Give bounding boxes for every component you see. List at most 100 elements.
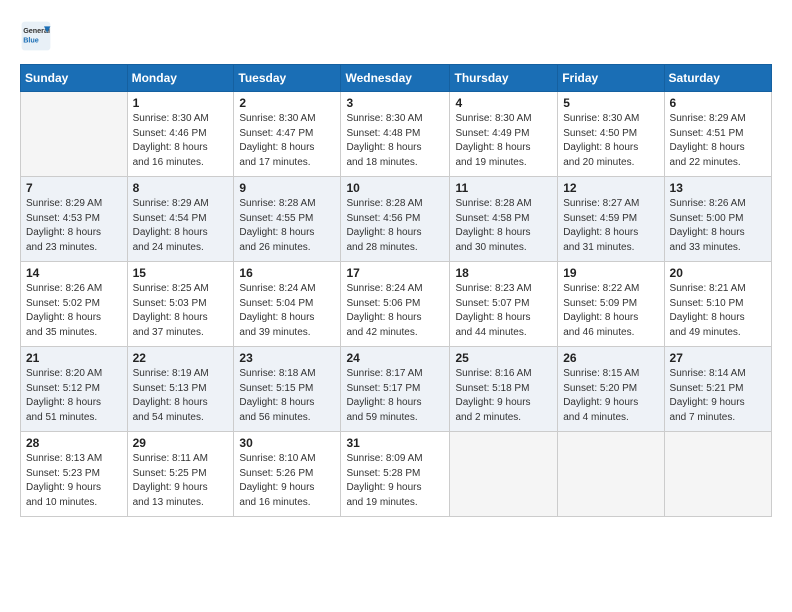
day-info: Sunrise: 8:29 AMSunset: 4:53 PMDaylight:… — [26, 197, 122, 255]
day-cell: 12 Sunrise: 8:27 AMSunset: 4:59 PMDayligh… — [558, 177, 664, 262]
day-number: 11 — [455, 181, 552, 195]
day-number: 15 — [133, 266, 229, 280]
day-number: 3 — [346, 96, 444, 110]
day-info: Sunrise: 8:30 AMSunset: 4:49 PMDaylight:… — [455, 112, 552, 170]
day-cell: 14 Sunrise: 8:26 AMSunset: 5:02 PMDayligh… — [21, 262, 128, 347]
day-number: 6 — [670, 96, 766, 110]
day-info: Sunrise: 8:14 AMSunset: 5:21 PMDaylight:… — [670, 367, 766, 425]
day-number: 17 — [346, 266, 444, 280]
day-info: Sunrise: 8:26 AMSunset: 5:02 PMDaylight:… — [26, 282, 122, 340]
day-number: 29 — [133, 436, 229, 450]
day-cell: 11 Sunrise: 8:28 AMSunset: 4:58 PMDayligh… — [450, 177, 558, 262]
day-cell: 5Sunrise: 8:30 AMSunset: 4:50 PMDaylight… — [558, 92, 664, 177]
day-cell: 2 Sunrise: 8:30 AMSunset: 4:47 PMDaylight… — [234, 92, 341, 177]
day-info: Sunrise: 8:24 AMSunset: 5:04 PMDaylight:… — [239, 282, 335, 340]
day-info: Sunrise: 8:18 AMSunset: 5:15 PMDaylight:… — [239, 367, 335, 425]
day-number: 14 — [26, 266, 122, 280]
week-row-2: 7 Sunrise: 8:29 AMSunset: 4:53 PMDaylight… — [21, 177, 772, 262]
day-info: Sunrise: 8:23 AMSunset: 5:07 PMDaylight:… — [455, 282, 552, 340]
day-info: Sunrise: 8:29 AMSunset: 4:54 PMDaylight:… — [133, 197, 229, 255]
day-number: 22 — [133, 351, 229, 365]
day-cell: 30 Sunrise: 8:10 AMSunset: 5:26 PMDayligh… — [234, 432, 341, 517]
day-info: Sunrise: 8:17 AMSunset: 5:17 PMDaylight:… — [346, 367, 444, 425]
day-cell — [21, 92, 128, 177]
day-cell — [450, 432, 558, 517]
day-number: 30 — [239, 436, 335, 450]
day-number: 1 — [133, 96, 229, 110]
day-cell: 26 Sunrise: 8:15 AMSunset: 5:20 PMDayligh… — [558, 347, 664, 432]
day-cell: 20 Sunrise: 8:21 AMSunset: 5:10 PMDayligh… — [664, 262, 771, 347]
day-info: Sunrise: 8:13 AMSunset: 5:23 PMDaylight:… — [26, 452, 122, 510]
day-cell: 25Sunrise: 8:16 AMSunset: 5:18 PMDayligh… — [450, 347, 558, 432]
day-number: 2 — [239, 96, 335, 110]
day-info: Sunrise: 8:09 AMSunset: 5:28 PMDaylight:… — [346, 452, 444, 510]
day-cell: 18 Sunrise: 8:23 AMSunset: 5:07 PMDayligh… — [450, 262, 558, 347]
day-number: 20 — [670, 266, 766, 280]
week-row-4: 21Sunrise: 8:20 AMSunset: 5:12 PMDayligh… — [21, 347, 772, 432]
day-info: Sunrise: 8:21 AMSunset: 5:10 PMDaylight:… — [670, 282, 766, 340]
day-number: 27 — [670, 351, 766, 365]
day-info: Sunrise: 8:27 AMSunset: 4:59 PMDaylight:… — [563, 197, 658, 255]
day-info: Sunrise: 8:30 AMSunset: 4:48 PMDaylight:… — [346, 112, 444, 170]
day-cell: 7 Sunrise: 8:29 AMSunset: 4:53 PMDaylight… — [21, 177, 128, 262]
day-cell: 6 Sunrise: 8:29 AMSunset: 4:51 PMDaylight… — [664, 92, 771, 177]
day-number: 23 — [239, 351, 335, 365]
day-cell: 21Sunrise: 8:20 AMSunset: 5:12 PMDayligh… — [21, 347, 128, 432]
day-number: 24 — [346, 351, 444, 365]
svg-text:Blue: Blue — [23, 35, 39, 44]
day-number: 13 — [670, 181, 766, 195]
day-info: Sunrise: 8:28 AMSunset: 4:58 PMDaylight:… — [455, 197, 552, 255]
header-cell-monday: Monday — [127, 65, 234, 92]
day-number: 12 — [563, 181, 658, 195]
day-number: 26 — [563, 351, 658, 365]
calendar-page: General Blue SundayMondayTuesdayWednesda… — [0, 0, 792, 612]
day-info: Sunrise: 8:29 AMSunset: 4:51 PMDaylight:… — [670, 112, 766, 170]
day-number: 9 — [239, 181, 335, 195]
day-cell — [558, 432, 664, 517]
day-cell: 9Sunrise: 8:28 AMSunset: 4:55 PMDaylight… — [234, 177, 341, 262]
day-info: Sunrise: 8:30 AMSunset: 4:47 PMDaylight:… — [239, 112, 335, 170]
header-cell-tuesday: Tuesday — [234, 65, 341, 92]
day-cell: 15 Sunrise: 8:25 AMSunset: 5:03 PMDayligh… — [127, 262, 234, 347]
day-cell: 22 Sunrise: 8:19 AMSunset: 5:13 PMDayligh… — [127, 347, 234, 432]
day-info: Sunrise: 8:11 AMSunset: 5:25 PMDaylight:… — [133, 452, 229, 510]
day-info: Sunrise: 8:28 AMSunset: 4:56 PMDaylight:… — [346, 197, 444, 255]
day-cell — [664, 432, 771, 517]
day-number: 7 — [26, 181, 122, 195]
day-cell: 3 Sunrise: 8:30 AMSunset: 4:48 PMDaylight… — [341, 92, 450, 177]
day-info: Sunrise: 8:25 AMSunset: 5:03 PMDaylight:… — [133, 282, 229, 340]
day-info: Sunrise: 8:10 AMSunset: 5:26 PMDaylight:… — [239, 452, 335, 510]
day-info: Sunrise: 8:30 AMSunset: 4:46 PMDaylight:… — [133, 112, 229, 170]
day-info: Sunrise: 8:20 AMSunset: 5:12 PMDaylight:… — [26, 367, 122, 425]
header-cell-sunday: Sunday — [21, 65, 128, 92]
calendar-table: SundayMondayTuesdayWednesdayThursdayFrid… — [20, 64, 772, 517]
logo: General Blue — [20, 20, 56, 52]
day-number: 31 — [346, 436, 444, 450]
header-row: SundayMondayTuesdayWednesdayThursdayFrid… — [21, 65, 772, 92]
header-cell-saturday: Saturday — [664, 65, 771, 92]
day-cell: 8 Sunrise: 8:29 AMSunset: 4:54 PMDaylight… — [127, 177, 234, 262]
day-cell: 19Sunrise: 8:22 AMSunset: 5:09 PMDayligh… — [558, 262, 664, 347]
day-cell: 27 Sunrise: 8:14 AMSunset: 5:21 PMDayligh… — [664, 347, 771, 432]
day-cell: 31 Sunrise: 8:09 AMSunset: 5:28 PMDayligh… — [341, 432, 450, 517]
calendar-header: SundayMondayTuesdayWednesdayThursdayFrid… — [21, 65, 772, 92]
day-number: 16 — [239, 266, 335, 280]
day-cell: 4Sunrise: 8:30 AMSunset: 4:49 PMDaylight… — [450, 92, 558, 177]
day-info: Sunrise: 8:19 AMSunset: 5:13 PMDaylight:… — [133, 367, 229, 425]
day-info: Sunrise: 8:15 AMSunset: 5:20 PMDaylight:… — [563, 367, 658, 425]
day-cell: 24 Sunrise: 8:17 AMSunset: 5:17 PMDayligh… — [341, 347, 450, 432]
day-number: 18 — [455, 266, 552, 280]
week-row-3: 14 Sunrise: 8:26 AMSunset: 5:02 PMDayligh… — [21, 262, 772, 347]
day-number: 5 — [563, 96, 658, 110]
day-info: Sunrise: 8:16 AMSunset: 5:18 PMDaylight:… — [455, 367, 552, 425]
week-row-1: 1 Sunrise: 8:30 AMSunset: 4:46 PMDaylight… — [21, 92, 772, 177]
logo-icon: General Blue — [20, 20, 52, 52]
calendar-body: 1 Sunrise: 8:30 AMSunset: 4:46 PMDaylight… — [21, 92, 772, 517]
day-number: 28 — [26, 436, 122, 450]
day-cell: 29 Sunrise: 8:11 AMSunset: 5:25 PMDayligh… — [127, 432, 234, 517]
day-number: 8 — [133, 181, 229, 195]
day-info: Sunrise: 8:26 AMSunset: 5:00 PMDaylight:… — [670, 197, 766, 255]
day-number: 19 — [563, 266, 658, 280]
header-cell-wednesday: Wednesday — [341, 65, 450, 92]
day-cell: 23 Sunrise: 8:18 AMSunset: 5:15 PMDayligh… — [234, 347, 341, 432]
